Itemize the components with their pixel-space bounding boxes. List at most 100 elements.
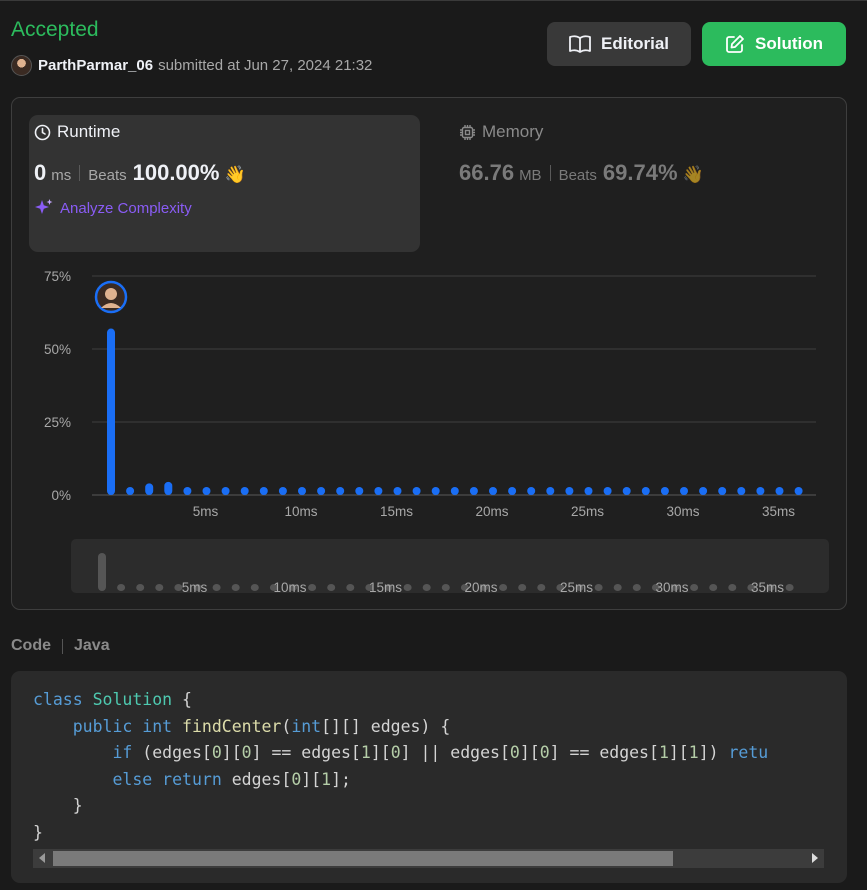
book-open-icon [569,35,591,53]
chart-bar [278,487,287,495]
chart-bar [718,487,727,495]
code-token: ][ [221,743,242,762]
navigator-x-tick-label: 10ms [273,580,306,595]
navigator-bar [728,584,737,591]
navigator-bar [518,584,527,591]
user-avatar[interactable] [11,55,32,76]
chart-y-tick-label: 0% [51,488,71,503]
code-token: class [33,690,93,709]
code-token: 0 [291,769,302,789]
chart-bar [393,487,402,495]
chart-x-tick-label: 5ms [193,504,219,519]
chart-bar [680,487,688,495]
code-token: else return [112,769,222,789]
chart-bar [584,487,593,495]
code-token: ]) [698,743,729,762]
chart-x-tick-label: 20ms [475,504,508,519]
navigator-bar [212,584,221,591]
code-token: ] == edges[ [251,743,361,762]
code-line: class Solution { [33,687,768,714]
editorial-button[interactable]: Editorial [547,22,691,66]
chart-bar [164,481,173,495]
code-line: if (edges[0][0] == edges[1][0] || edges[… [33,740,768,767]
solution-label: Solution [755,34,823,53]
chart-bar [469,487,478,495]
navigator-x-tick-label: 15ms [369,580,402,595]
code-token: findCenter [182,716,282,736]
chart-bar [527,487,536,495]
code-token: ] == edges[ [549,743,659,762]
chart-bar [660,487,669,495]
navigator-bar [690,584,699,591]
navigator-x-tick-label: 20ms [464,580,497,595]
chart-bar [374,487,383,495]
navigator-bar [308,584,317,591]
chart-bar [756,487,765,495]
chart-y-tick-label: 50% [44,342,71,357]
code-language: Java [74,637,110,654]
navigator-bar [155,584,164,591]
navigator-bar [403,584,412,591]
chart-bar [412,487,421,495]
code-token: ][ [668,743,689,762]
scroll-right-arrow-icon[interactable] [812,853,818,863]
code-token: if [112,743,133,762]
navigator-bar [441,584,450,591]
navigator-bar [709,584,718,591]
code-text[interactable]: class Solution { public int findCenter(i… [33,687,768,846]
chart-bar [450,487,459,495]
scrollbar-thumb[interactable] [53,851,673,866]
navigator-x-tick-label: 35ms [751,580,784,595]
navigator-bar [136,584,145,591]
chart-x-tick-label: 25ms [571,504,604,519]
code-token: 0 [539,743,550,762]
navigator-bar [613,584,622,591]
solution-button[interactable]: Solution [702,22,846,66]
navigator-bar [499,584,508,591]
chart-bar [298,487,306,495]
navigator-x-tick-label: 5ms [182,580,208,595]
code-token: edges[ [221,769,292,789]
code-token: Solution [92,690,173,709]
top-divider [0,0,867,4]
scroll-left-arrow-icon[interactable] [39,853,45,863]
chart-x-tick-label: 35ms [762,504,795,519]
code-token: ] || edges[ [400,743,510,762]
code-line: } [33,793,768,820]
code-token: ][ [301,769,322,789]
code-token: [][] edges) { [321,716,451,736]
code-token: 1 [360,743,371,762]
navigator-bar [632,584,641,591]
chart-bar [107,328,115,495]
code-token: int [291,716,322,736]
navigator-bar [98,553,106,591]
code-horizontal-scrollbar[interactable] [33,849,824,868]
navigator-bar [537,584,546,591]
chart-x-tick-label: 30ms [666,504,699,519]
navigator-x-tick-label: 30ms [655,580,688,595]
runtime-distribution-chart[interactable]: 0% 25% 50% 75% 5ms 10ms 15ms 20ms 25ms 30ms 35ms 5m… [12,98,848,611]
code-token: ( [281,716,292,736]
chart-bar [775,487,784,495]
chart-bar [240,487,249,495]
chart-bar [794,487,803,495]
chart-bar [183,487,192,495]
chart-bar [355,487,364,495]
code-token: (edges[ [132,743,212,762]
chart-bar [641,487,650,495]
chart-bar [336,487,345,495]
code-token: ][ [370,743,391,762]
username-link[interactable]: ParthParmar_06 [38,57,153,74]
navigator-bar [117,584,126,591]
chart-bar [489,487,497,495]
code-token: public int [72,716,183,736]
chart-y-tick-label: 75% [44,269,71,284]
chart-bar [202,487,211,495]
chart-y-tick-label: 25% [44,415,71,430]
code-token: 0 [390,743,401,762]
chart-bar [622,487,631,495]
navigator-x-tick-label: 25ms [560,580,593,595]
